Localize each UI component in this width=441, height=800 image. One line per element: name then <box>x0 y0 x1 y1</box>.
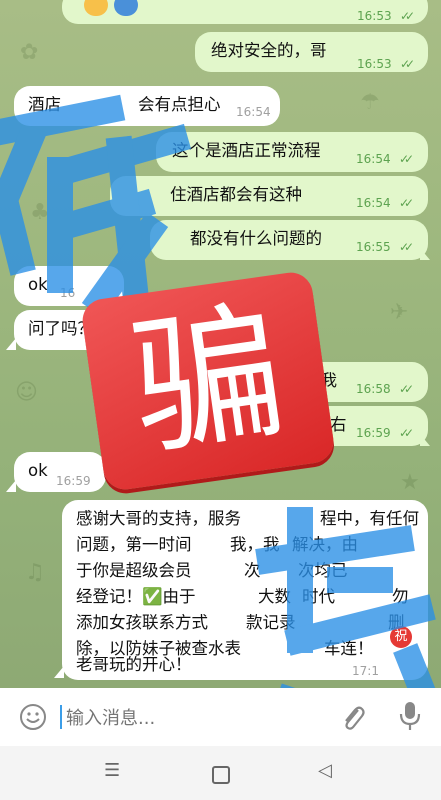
emoji-icon[interactable] <box>18 702 48 732</box>
emoji-badge-icon: 祝 <box>390 626 412 648</box>
message-line: 问题，第一时间 <box>76 535 192 554</box>
doodle-icon: ☂ <box>360 90 380 115</box>
message-line: 老哥玩的开心！ <box>76 655 192 674</box>
message-text: 这个是酒店正常流程 <box>172 141 321 160</box>
recent-apps-icon[interactable]: ☰ <box>104 760 120 781</box>
message-time: 16 <box>60 286 76 300</box>
doodle-icon: ★ <box>400 470 420 495</box>
bubble-tail <box>6 338 16 350</box>
message-bubble[interactable]: 绝对安全的，哥 16:53 ✓✓ <box>195 32 428 72</box>
message-line: 感谢大哥的支持，服务 <box>76 509 241 528</box>
read-checks-icon: ✓✓ <box>399 196 414 210</box>
doodle-icon: ♫ <box>25 560 45 585</box>
doodle-icon: ☺ <box>15 380 38 405</box>
message-time: 16:53 <box>357 9 392 23</box>
message-time: 16:53 <box>357 57 392 71</box>
message-bubble[interactable]: 都没有什么问题的 16:55 ✓✓ <box>150 220 430 260</box>
message-bubble[interactable]: 酒店 会有点担心 16:54 <box>14 86 280 126</box>
message-time: 16:59 <box>56 474 91 488</box>
message-bubble[interactable]: 住酒店都会有这种 16:54 ✓✓ <box>110 176 428 216</box>
message-line: 于你是超级会员 <box>76 561 192 580</box>
message-line: 程中，有任何 <box>320 509 419 528</box>
message-line: 经登记！✅由于 <box>76 587 196 606</box>
text-cursor <box>60 705 62 729</box>
message-time: 17:1 <box>352 664 379 678</box>
read-checks-icon: ✓✓ <box>399 382 414 396</box>
message-time: 16:59 <box>356 426 391 440</box>
bubble-tail <box>420 248 430 260</box>
message-line: 大数 <box>258 587 291 606</box>
message-bubble-long[interactable]: 感谢大哥的支持，服务 程中，有任何 问题，第一时间 我，我 解决，由 于你是超级… <box>54 500 428 680</box>
doodle-icon: ♣ <box>30 200 50 225</box>
message-time: 16:55 <box>356 240 391 254</box>
reaction-icon <box>114 0 138 16</box>
read-checks-icon: ✓✓ <box>399 152 414 166</box>
reaction-icon <box>84 0 108 16</box>
message-line: 勿 <box>392 587 409 606</box>
message-line: 解决，由 <box>292 535 358 554</box>
message-line: 添加女孩联系方式 <box>76 613 208 632</box>
message-line: 我，我 <box>230 535 280 554</box>
message-bubble[interactable]: 这个是酒店正常流程 16:54 ✓✓ <box>156 132 428 172</box>
message-text: 酒店 <box>28 95 61 114</box>
doodle-icon: ✿ <box>20 40 39 65</box>
read-checks-icon: ✓✓ <box>400 9 415 23</box>
read-checks-icon: ✓✓ <box>399 426 414 440</box>
message-bubble[interactable]: ok 16:59 <box>6 452 106 492</box>
read-checks-icon: ✓✓ <box>399 240 414 254</box>
scam-stamp-icon: 骗 <box>79 269 337 493</box>
bubble-tail <box>420 434 430 446</box>
message-input-bar <box>0 688 441 746</box>
message-time: 16:58 <box>356 382 391 396</box>
read-checks-icon: ✓✓ <box>400 57 415 71</box>
message-text: ok <box>28 275 48 294</box>
message-time: 16:54 <box>356 152 391 166</box>
mic-icon[interactable] <box>398 700 422 732</box>
message-bubble[interactable]: 16:53 ✓✓ <box>62 0 428 24</box>
message-text: 住酒店都会有这种 <box>170 185 302 204</box>
message-time: 16:54 <box>236 105 271 119</box>
bubble-tail <box>54 666 64 678</box>
message-line: 次 <box>244 561 261 580</box>
attach-icon[interactable] <box>338 702 366 732</box>
doodle-icon: ✈ <box>390 300 409 325</box>
message-line: 时代 <box>302 587 335 606</box>
message-time: 16:54 <box>356 196 391 210</box>
message-input[interactable] <box>64 700 318 736</box>
system-nav-bar: ☰ ◁ <box>0 746 441 800</box>
message-text: ok <box>28 461 48 480</box>
message-line: 车连！ <box>324 639 374 658</box>
message-line: 次均已 <box>298 561 348 580</box>
home-icon[interactable] <box>212 766 230 784</box>
message-line: 款记录 <box>246 613 296 632</box>
message-text: 都没有什么问题的 <box>190 229 322 248</box>
stamp-character: 骗 <box>121 284 295 478</box>
message-text: 绝对安全的，哥 <box>211 41 327 60</box>
bubble-tail <box>6 480 16 492</box>
message-text: 会有点担心 <box>138 95 221 114</box>
back-icon[interactable]: ◁ <box>318 760 332 781</box>
